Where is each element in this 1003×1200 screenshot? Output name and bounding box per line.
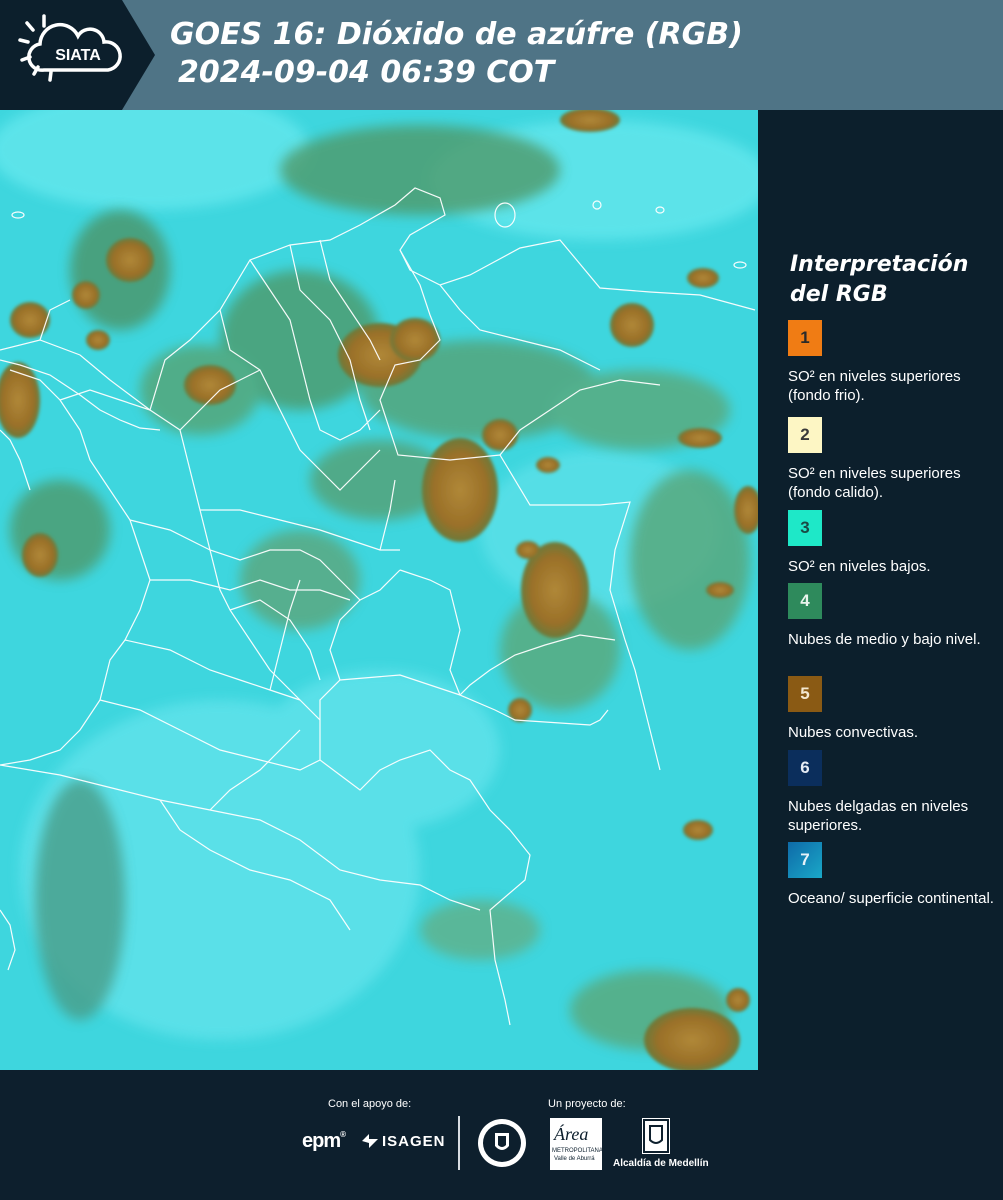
title-line-2: 2024-09-04 06:39 COT	[178, 55, 555, 90]
legend-title-line-2: del RGB	[790, 282, 888, 307]
logo-text: SIATA	[55, 47, 101, 64]
legend-item: 7 Oceano/ superficie continental.	[788, 842, 998, 908]
legend-number: 5	[800, 684, 810, 703]
footer: Con el apoyo de: Un proyecto de: epm® IS…	[0, 1070, 1003, 1200]
legend-label: SO² en niveles bajos.	[788, 558, 931, 575]
siata-logo: SIATA	[0, 0, 155, 110]
legend-item: 2 SO² en niveles superiores (fondo calid…	[788, 417, 998, 502]
project-label: Un proyecto de:	[548, 1098, 626, 1110]
legend-swatch-2: 2	[788, 417, 822, 453]
legend-swatch-7: 7	[788, 842, 822, 878]
legend-swatch-6: 6	[788, 750, 822, 786]
isagen-mark-icon	[362, 1134, 378, 1148]
legend-title-line-1: Interpretación	[790, 252, 969, 277]
page-title: GOES 16: Dióxido de azúfre (RGB) 2024-09-…	[170, 16, 743, 92]
legend-label: SO² en niveles superiores (fondo frio).	[788, 368, 961, 404]
alcaldia-logo-text: Alcaldía de Medellín	[613, 1158, 709, 1169]
area-logo-name: Área	[554, 1124, 589, 1144]
area-logo-sub1: METROPOLITANA	[552, 1148, 603, 1154]
legend-label: Oceano/ superficie continental.	[788, 890, 994, 907]
legend-title: Interpretación del RGB	[790, 250, 968, 310]
legend-item: 5 Nubes convectivas.	[788, 676, 998, 742]
isagen-logo-text: ISAGEN	[382, 1132, 446, 1150]
registered-mark: ®	[340, 1130, 346, 1139]
header: SIATA GOES 16: Dióxido de azúfre (RGB) 20…	[0, 0, 1003, 110]
legend-number: 7	[800, 850, 810, 869]
epm-logo: epm®	[302, 1130, 346, 1153]
area-metropolitana-logo: Área METROPOLITANA Valle de Aburrá	[550, 1118, 603, 1170]
legend-swatch-5: 5	[788, 676, 822, 712]
title-line-1: GOES 16: Dióxido de azúfre (RGB)	[170, 17, 743, 52]
legend-number: 1	[800, 328, 810, 347]
legend-item: 3 SO² en niveles bajos.	[788, 510, 998, 576]
footer-divider	[458, 1116, 460, 1170]
legend-label: Nubes convectivas.	[788, 724, 919, 741]
legend-label: Nubes de medio y bajo nivel.	[788, 631, 981, 648]
isagen-logo: ISAGEN	[360, 1132, 446, 1150]
legend-item: 6 Nubes delgadas en niveles superiores.	[788, 750, 998, 835]
alcaldia-shield-icon	[642, 1118, 670, 1154]
legend-swatch-1: 1	[788, 320, 822, 356]
legend-number: 4	[800, 591, 810, 610]
legend-item: 1 SO² en niveles superiores (fondo frio)…	[788, 320, 998, 405]
satellite-image	[0, 110, 758, 1070]
area-logo-sub2: Valle de Aburrá	[554, 1156, 595, 1162]
epm-logo-text: epm	[302, 1130, 341, 1152]
legend-label: Nubes delgadas en niveles superiores.	[788, 798, 969, 834]
legend-item: 4 Nubes de medio y bajo nivel.	[788, 583, 998, 649]
satellite-map	[0, 110, 758, 1070]
legend-number: 6	[800, 758, 810, 777]
legend-panel: Interpretación del RGB 1 SO² en niveles …	[758, 110, 1003, 1070]
legend-swatch-3: 3	[788, 510, 822, 546]
support-label: Con el apoyo de:	[328, 1098, 412, 1110]
legend-number: 2	[800, 425, 810, 444]
medellin-seal-logo	[477, 1118, 527, 1168]
legend-number: 3	[800, 518, 810, 537]
legend-label: SO² en niveles superiores (fondo calido)…	[788, 465, 961, 501]
legend-swatch-4: 4	[788, 583, 822, 619]
